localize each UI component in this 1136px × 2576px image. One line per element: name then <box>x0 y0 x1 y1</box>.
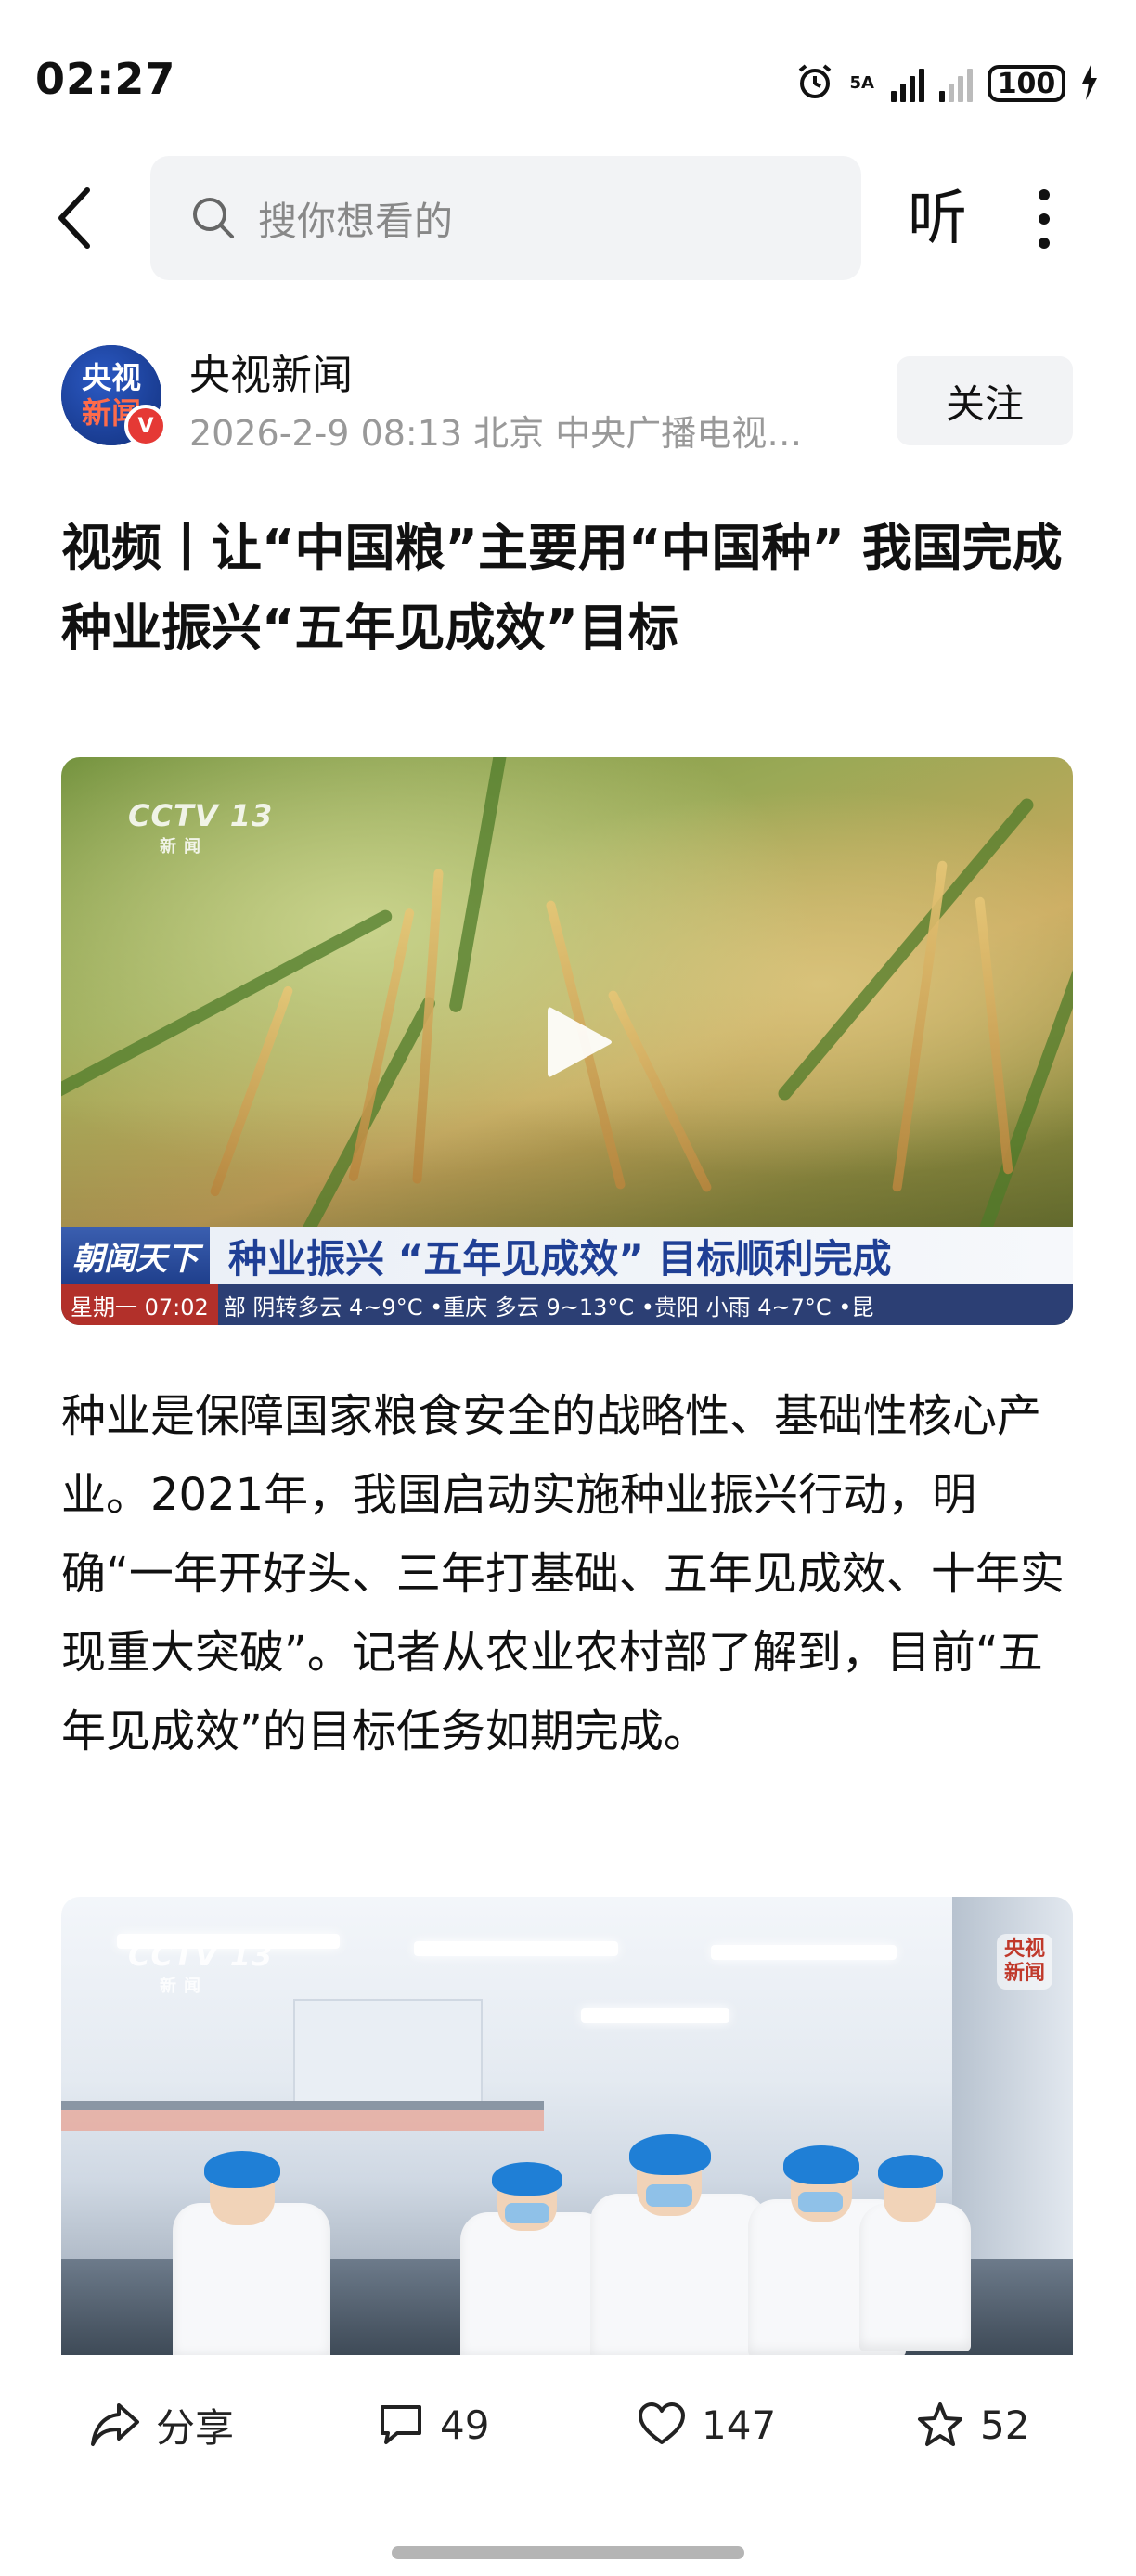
verified-badge-icon: V <box>124 405 167 447</box>
channel-logo: CCTV 13 新闻 <box>128 1938 274 1996</box>
search-icon <box>193 198 234 238</box>
listen-button[interactable]: 听 <box>900 173 975 265</box>
share-icon <box>91 2403 139 2446</box>
charging-icon <box>1080 63 1099 104</box>
home-indicator[interactable] <box>392 2546 744 2559</box>
more-options-icon[interactable] <box>1021 173 1067 265</box>
news-ticker: 朝闻天下 种业振兴 “五年见成效” 目标顺利完成 星期一 07:02 部 阴转多… <box>61 1227 1073 1325</box>
avatar-text-top: 央视 <box>81 360 141 395</box>
cctv-news-watermark: 央视新闻 <box>997 1934 1052 1990</box>
share-button[interactable]: 分享 <box>89 2392 234 2457</box>
author-name[interactable]: 央视新闻 <box>189 341 353 401</box>
back-button[interactable] <box>45 176 104 260</box>
article-title: 视频丨让“中国粮”主要用“中国种” 我国完成种业振兴“五年见成效”目标 <box>61 519 1063 657</box>
ticker-day: 星期一 07:02 <box>61 1284 218 1325</box>
play-icon[interactable] <box>535 1000 618 1084</box>
like-count: 147 <box>702 2402 777 2448</box>
battery-indicator: 100 <box>988 65 1065 102</box>
like-button[interactable]: 147 <box>637 2392 776 2457</box>
signal-weak-icon <box>939 65 973 102</box>
signal-strength-icon <box>891 65 924 102</box>
status-time: 02:27 <box>35 54 176 104</box>
avatar[interactable]: 央视 新闻 V <box>61 345 167 447</box>
comment-icon <box>381 2405 421 2444</box>
ticker-weather: 部 阴转多云 4~9°C •重庆 多云 9~13°C •贵阳 小雨 4~7°C … <box>223 1294 874 1320</box>
favorite-button[interactable]: 52 <box>915 2392 1029 2457</box>
video-headline: 种业振兴 “五年见成效” 目标顺利完成 <box>228 1235 892 1282</box>
comment-count: 49 <box>440 2402 490 2448</box>
article-image[interactable]: CCTV 13 新闻 央视新闻 <box>61 1897 1073 2355</box>
chevron-left-icon <box>58 187 90 249</box>
channel-logo: CCTV 13 新闻 <box>128 798 274 857</box>
network-type-label: 5A <box>849 73 874 93</box>
share-label: 分享 <box>156 2404 235 2451</box>
article-body: 种业是保障国家粮食安全的战略性、基础性核心产业。2021年，我国启动实施种业振兴… <box>61 1390 1065 1758</box>
comment-button[interactable]: 49 <box>377 2392 489 2457</box>
heart-icon <box>639 2402 685 2444</box>
video-player[interactable]: CCTV 13 新闻 朝闻天下 种业振兴 “五年见成效” 目标顺利完成 星期一 … <box>61 757 1073 1325</box>
star-icon <box>918 2402 962 2446</box>
program-label: 朝闻天下 <box>61 1227 210 1284</box>
status-icons: 5A 100 <box>794 58 1099 109</box>
follow-button[interactable]: 关注 <box>897 356 1073 445</box>
post-meta: 2026-2-9 08:13 北京 中央广播电视… <box>189 413 803 454</box>
bottom-action-bar: 分享 49 147 52 <box>0 2355 1136 2494</box>
alarm-icon <box>794 61 835 106</box>
search-placeholder: 搜你想看的 <box>258 198 454 244</box>
search-input[interactable]: 搜你想看的 <box>150 156 861 280</box>
favorite-count: 52 <box>980 2402 1030 2448</box>
